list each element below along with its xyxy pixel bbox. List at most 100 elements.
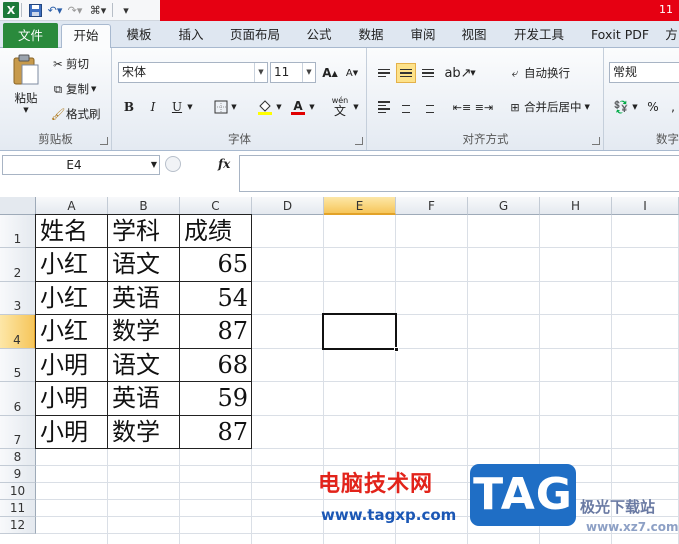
wrap-text-button[interactable]: ⤶ 自动换行 <box>506 65 570 81</box>
column-header-i[interactable]: I <box>612 197 679 215</box>
table-cell[interactable]: 87 <box>180 315 252 349</box>
phonetic-icon[interactable]: wén 文 <box>328 94 352 118</box>
tab-insert[interactable]: 插入 <box>168 24 214 48</box>
column-header-f[interactable]: F <box>396 197 468 215</box>
align-middle-icon[interactable] <box>396 63 416 83</box>
clipboard-launcher-icon[interactable] <box>100 137 108 145</box>
italic-button[interactable]: I <box>143 97 163 117</box>
orientation-dropdown-icon[interactable]: ▼ <box>468 63 478 83</box>
table-cell[interactable]: 54 <box>180 282 252 315</box>
row-header-9[interactable]: 9 <box>0 466 36 483</box>
shrink-font-icon[interactable]: A ▼ <box>342 63 362 83</box>
column-header-c[interactable]: C <box>180 197 252 215</box>
tab-foxit-pdf[interactable]: Foxit PDF <box>583 24 657 48</box>
table-cell[interactable]: 小红 <box>36 315 108 349</box>
row-header-5[interactable]: 5 <box>0 349 36 382</box>
row-header-3[interactable]: 3 <box>0 282 36 315</box>
row-header-11[interactable]: 11 <box>0 500 36 517</box>
table-cell[interactable]: 87 <box>180 416 252 449</box>
underline-button[interactable]: U <box>167 97 187 117</box>
customize-qat-icon[interactable]: ▾ <box>117 2 135 19</box>
align-left-icon[interactable] <box>374 97 394 117</box>
column-header-d[interactable]: D <box>252 197 324 215</box>
insert-function-icon[interactable]: fx <box>218 157 230 171</box>
font-size-combo[interactable]: 11 ▼ <box>270 62 316 83</box>
tab-page-layout[interactable]: 页面布局 <box>222 24 288 48</box>
number-format-combo[interactable]: 常规 <box>609 62 679 83</box>
font-launcher-icon[interactable] <box>355 137 363 145</box>
increase-indent-icon[interactable]: ≡⇥ <box>474 97 494 117</box>
formula-bar-handle-icon[interactable] <box>165 156 181 172</box>
table-cell[interactable]: 小明 <box>36 349 108 382</box>
row-header-10[interactable]: 10 <box>0 483 36 500</box>
table-cell[interactable]: 语文 <box>108 248 180 282</box>
row-header-8[interactable]: 8 <box>0 449 36 466</box>
currency-icon[interactable]: 💱 <box>611 97 631 117</box>
fill-color-icon[interactable] <box>255 97 275 117</box>
column-header-a[interactable]: A <box>36 197 108 215</box>
save-icon[interactable] <box>26 2 44 19</box>
active-cell[interactable] <box>322 313 399 352</box>
row-header-4[interactable]: 4 <box>0 315 36 349</box>
orientation-icon[interactable]: ab↗ <box>444 63 471 83</box>
font-color-icon[interactable]: A <box>288 97 308 117</box>
table-cell[interactable]: 数学 <box>108 416 180 449</box>
undo-icon[interactable]: ↶▾ <box>46 2 64 19</box>
table-cell[interactable]: 小明 <box>36 416 108 449</box>
tab-view[interactable]: 视图 <box>451 24 497 48</box>
phonetic-dropdown-icon[interactable]: ▼ <box>351 97 361 117</box>
tab-more[interactable]: 方 <box>664 24 679 48</box>
merge-center-button[interactable]: ⊞ 合并后居中 ▼ <box>506 99 590 115</box>
tab-review[interactable]: 审阅 <box>400 24 446 48</box>
table-cell[interactable]: 59 <box>180 382 252 416</box>
select-all-corner[interactable] <box>0 197 36 215</box>
redo-icon[interactable]: ↷▾ <box>66 2 84 19</box>
table-cell[interactable]: 小红 <box>36 248 108 282</box>
column-header-h[interactable]: H <box>540 197 612 215</box>
row-header-1[interactable]: 1 <box>0 215 36 248</box>
table-cell[interactable]: 小明 <box>36 382 108 416</box>
borders-icon[interactable] <box>211 97 231 117</box>
cut-button[interactable]: ✂ 剪切 <box>50 56 89 72</box>
currency-dropdown-icon[interactable]: ▼ <box>630 97 640 117</box>
binoculars-icon[interactable]: ⌘▾ <box>86 2 110 19</box>
column-header-g[interactable]: G <box>468 197 540 215</box>
align-top-icon[interactable] <box>374 63 394 83</box>
formula-input[interactable] <box>239 155 679 192</box>
borders-dropdown-icon[interactable]: ▼ <box>229 97 239 117</box>
table-cell[interactable]: 小红 <box>36 282 108 315</box>
alignment-launcher-icon[interactable] <box>592 137 600 145</box>
grow-font-icon[interactable]: A ▲ <box>320 63 340 83</box>
table-header-cell[interactable]: 姓名 <box>36 215 108 248</box>
row-header-6[interactable]: 6 <box>0 382 36 416</box>
column-header-b[interactable]: B <box>108 197 180 215</box>
font-name-combo[interactable]: 宋体 ▼ <box>118 62 268 83</box>
tab-formulas[interactable]: 公式 <box>296 24 342 48</box>
table-cell[interactable]: 68 <box>180 349 252 382</box>
table-header-cell[interactable]: 学科 <box>108 215 180 248</box>
percent-button[interactable]: % <box>643 97 663 117</box>
tab-template[interactable]: 模板 <box>116 24 162 48</box>
table-cell[interactable]: 英语 <box>108 382 180 416</box>
name-box[interactable]: E4 ▼ <box>2 155 160 175</box>
table-cell[interactable]: 语文 <box>108 349 180 382</box>
font-color-dropdown-icon[interactable]: ▼ <box>307 97 317 117</box>
align-bottom-icon[interactable] <box>418 63 438 83</box>
table-cell[interactable]: 65 <box>180 248 252 282</box>
row-header-12[interactable]: 12 <box>0 517 36 534</box>
tab-file[interactable]: 文件 <box>3 23 58 48</box>
underline-dropdown-icon[interactable]: ▼ <box>185 97 195 117</box>
copy-button[interactable]: ⧉ 复制 ▼ <box>50 81 97 97</box>
align-center-icon[interactable] <box>396 97 416 117</box>
format-painter-button[interactable]: 🖌 格式刷 <box>50 106 101 122</box>
table-header-cell[interactable]: 成绩 <box>180 215 252 248</box>
column-header-e[interactable]: E <box>324 197 396 215</box>
paste-button[interactable]: 粘贴 ▼ <box>8 54 44 114</box>
decrease-indent-icon[interactable]: ⇤≡ <box>452 97 472 117</box>
fill-color-dropdown-icon[interactable]: ▼ <box>274 97 284 117</box>
fill-handle[interactable] <box>394 347 399 352</box>
tab-developer[interactable]: 开发工具 <box>504 24 574 48</box>
row-header-7[interactable]: 7 <box>0 416 36 449</box>
tab-home[interactable]: 开始 <box>61 24 111 49</box>
tab-data[interactable]: 数据 <box>348 24 394 48</box>
